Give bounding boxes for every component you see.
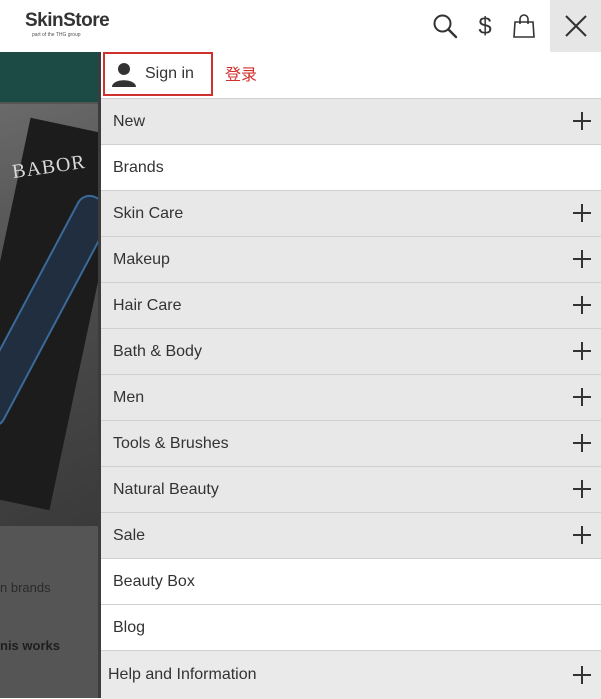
- plus-icon[interactable]: [572, 249, 592, 269]
- menu-item-label: Sale: [113, 526, 146, 544]
- menu-list: New Brands Skin Care Makeup Hair Care Ba…: [101, 98, 601, 650]
- menu-item-tools-brushes[interactable]: Tools & Brushes: [101, 420, 601, 466]
- menu-item-brands[interactable]: Brands: [101, 144, 601, 190]
- menu-item-label: Beauty Box: [113, 572, 195, 590]
- sign-in-annotation: 登录: [225, 67, 258, 84]
- menu-item-beauty-box[interactable]: Beauty Box: [101, 558, 601, 604]
- background-product-image: BABOR: [0, 104, 101, 526]
- menu-item-hair-care[interactable]: Hair Care: [101, 282, 601, 328]
- menu-item-label: New: [113, 112, 146, 130]
- currency-icon[interactable]: $: [470, 10, 500, 42]
- logo-name: SkinStore: [25, 10, 110, 31]
- menu-item-help-information[interactable]: Help and Information: [101, 650, 601, 699]
- sign-in-button[interactable]: Sign in: [103, 52, 213, 96]
- background-page-overlay[interactable]: BABOR n brands nis works: [0, 52, 101, 698]
- close-menu-button[interactable]: [550, 0, 601, 52]
- menu-item-label: Brands: [113, 158, 164, 176]
- menu-item-label: Men: [113, 388, 145, 406]
- plus-icon[interactable]: [572, 203, 592, 223]
- plus-icon[interactable]: [572, 665, 592, 685]
- menu-item-label: Help and Information: [108, 666, 257, 683]
- menu-item-label: Hair Care: [113, 296, 182, 314]
- plus-icon[interactable]: [572, 111, 592, 131]
- menu-item-label: Skin Care: [113, 204, 184, 222]
- menu-item-label: Blog: [113, 618, 146, 636]
- menu-item-new[interactable]: New: [101, 98, 601, 144]
- logo-subtitle: part of the THG group: [32, 32, 81, 38]
- background-text-2: nis works: [0, 638, 60, 653]
- menu-item-label: Natural Beauty: [113, 480, 219, 498]
- plus-icon[interactable]: [572, 387, 592, 407]
- plus-icon[interactable]: [572, 479, 592, 499]
- user-icon: [112, 63, 136, 87]
- close-icon: [564, 15, 587, 37]
- menu-item-blog[interactable]: Blog: [101, 604, 601, 650]
- plus-icon[interactable]: [572, 433, 592, 453]
- menu-item-skin-care[interactable]: Skin Care: [101, 190, 601, 236]
- menu-item-bath-body[interactable]: Bath & Body: [101, 328, 601, 374]
- menu-item-natural-beauty[interactable]: Natural Beauty: [101, 466, 601, 512]
- sign-in-label: Sign in: [145, 65, 194, 82]
- plus-icon[interactable]: [572, 295, 592, 315]
- menu-item-label: Bath & Body: [113, 342, 202, 360]
- skinstore-logo[interactable]: SkinStore part of the THG group: [25, 10, 110, 39]
- menu-item-makeup[interactable]: Makeup: [101, 236, 601, 282]
- menu-item-label: Tools & Brushes: [113, 434, 229, 452]
- background-text-1: n brands: [0, 580, 51, 595]
- navigation-menu: Sign in 登录 New Brands Skin Care Makeup H…: [101, 52, 601, 698]
- svg-text:$: $: [478, 13, 491, 40]
- menu-item-men[interactable]: Men: [101, 374, 601, 420]
- plus-icon[interactable]: [572, 525, 592, 545]
- top-header: SkinStore part of the THG group $: [0, 0, 601, 52]
- plus-icon[interactable]: [572, 341, 592, 361]
- search-icon[interactable]: [430, 10, 460, 42]
- bag-icon[interactable]: [509, 10, 539, 42]
- menu-item-sale[interactable]: Sale: [101, 512, 601, 558]
- menu-item-label: Makeup: [113, 250, 170, 268]
- background-banner: [0, 52, 101, 102]
